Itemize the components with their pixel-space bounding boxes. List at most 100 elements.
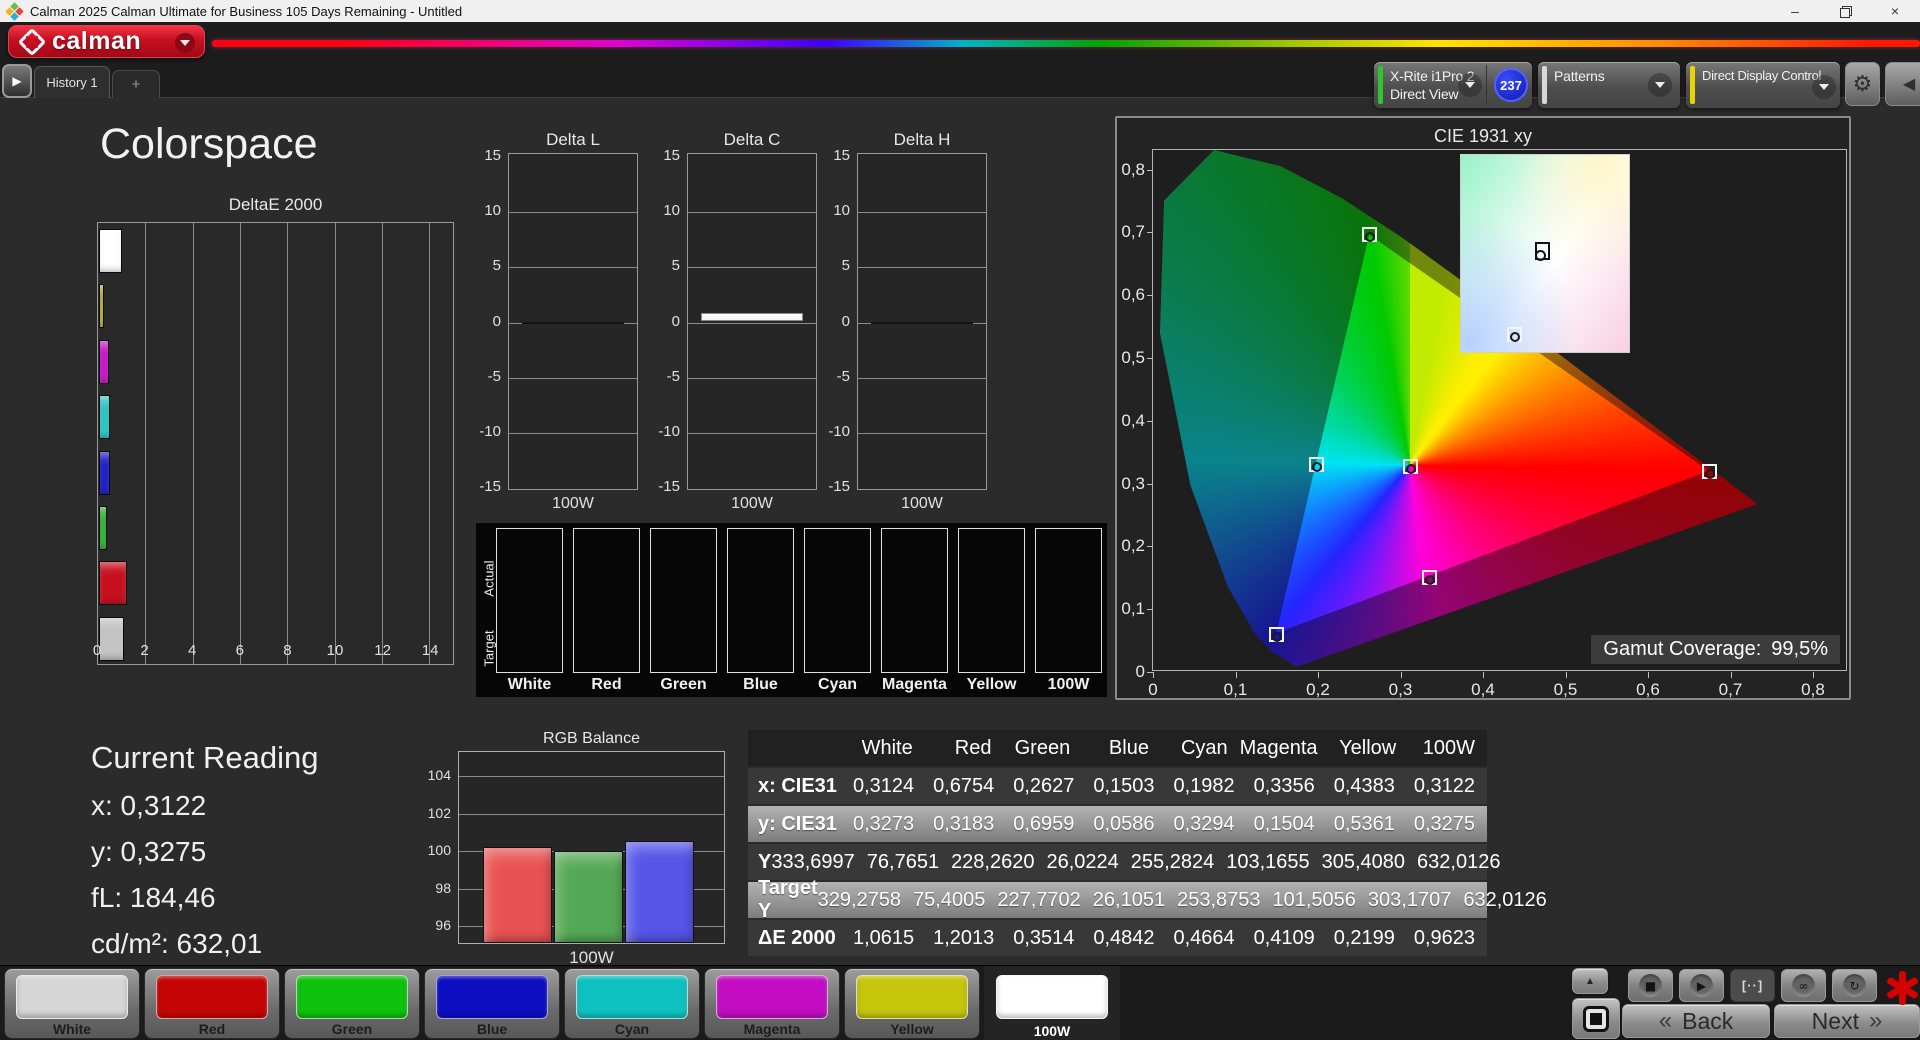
- calman-logo-icon: [17, 27, 47, 56]
- table-cell: 0,1504: [1253, 812, 1315, 835]
- swatch-label: Cyan: [817, 676, 858, 693]
- table-row: Target Y 329,2758 75,4005 227,7702 26,1051 25…: [748, 877, 1547, 922]
- restore-icon: [1840, 6, 1852, 18]
- refresh-button[interactable]: ↻: [1832, 969, 1877, 1002]
- rgb-bar-green: [554, 851, 623, 943]
- table-cell: 333,6997: [771, 850, 855, 873]
- meter-count-badge[interactable]: 237: [1494, 68, 1528, 102]
- range-icon: [··]: [1741, 978, 1764, 993]
- reading-cdm2: cd/m²: 632,01: [91, 928, 263, 959]
- pattern-button-red[interactable]: Red: [144, 968, 280, 1039]
- pattern-button-yellow[interactable]: Yellow: [844, 968, 980, 1039]
- swatch-column-cyan: Cyan: [804, 528, 871, 697]
- gamut-coverage-label: Gamut Coverage:: [1603, 638, 1762, 660]
- deltae-bar-red: [99, 561, 128, 606]
- tab-history-1[interactable]: History 1: [34, 66, 110, 98]
- calman-menu-button[interactable]: calman: [8, 25, 205, 58]
- cie-marker-blue: [1269, 627, 1284, 643]
- table-cell: 253,8753: [1177, 888, 1261, 911]
- actual-row-label: Actual: [481, 560, 497, 597]
- delta-h-chart: Delta H 15 10 5 0 -5 -10 -15 100W: [812, 130, 987, 520]
- gear-icon: ⚙: [1852, 71, 1873, 96]
- patterns-dropdown[interactable]: Patterns: [1538, 62, 1680, 108]
- swatch-column-green: Green: [650, 528, 717, 697]
- swatch-label: Blue: [743, 676, 778, 693]
- collapse-panel-button[interactable]: ◀: [1885, 62, 1920, 106]
- rgb-balance-chart: RGB Balance 100W 104 102 100 98 96: [405, 730, 735, 980]
- table-cell: 0,3122: [1413, 774, 1475, 797]
- next-button[interactable]: Next »: [1774, 1004, 1920, 1038]
- pattern-window-icon: [1583, 1005, 1609, 1032]
- table-cell: 26,0224: [1046, 850, 1119, 873]
- magenta-swatch: [716, 975, 828, 1019]
- table-row: ΔE 2000 1,0615 1,2013 0,3514 0,4842 0,4664 0,4…: [748, 920, 1487, 956]
- divider: [1486, 65, 1487, 105]
- table-cell: 75,4005: [913, 888, 986, 911]
- 100w-swatch: [996, 975, 1108, 1019]
- reading-x: x: 0,3122: [91, 790, 207, 821]
- play-icon: ▶: [1690, 974, 1713, 997]
- table-cell: 1,2013: [933, 926, 995, 949]
- pattern-button-green[interactable]: Green: [284, 968, 420, 1039]
- table-cell: 227,7702: [997, 888, 1081, 911]
- deltae2000-chart: DeltaE 2000 0 2 4 6 8 10 12 14: [93, 195, 457, 695]
- green-swatch: [296, 975, 408, 1019]
- meter-status-bar: [1378, 66, 1383, 104]
- table-header-cell: White: [861, 736, 913, 759]
- add-tab-button[interactable]: +: [112, 70, 160, 98]
- table-cell: 632,0126: [1417, 850, 1501, 873]
- tab-scroll-button[interactable]: ▶: [2, 64, 32, 98]
- play-button[interactable]: ▶: [1679, 969, 1724, 1002]
- blue-swatch: [436, 975, 548, 1019]
- rgb-plot: [458, 751, 725, 944]
- stop-icon: ■: [1639, 974, 1662, 997]
- pattern-button-cyan[interactable]: Cyan: [564, 968, 700, 1039]
- deltae2000-plot: [97, 222, 454, 665]
- rainbow-banner: [212, 40, 1920, 47]
- swatch-strip: Actual Target White Red Green Blue Cyan Magen…: [476, 523, 1107, 697]
- cie-marker-yellow: [1506, 327, 1522, 343]
- table-cell: 632,0126: [1463, 888, 1547, 911]
- table-header-cell: Green: [1014, 736, 1071, 759]
- cie-panel: CIE 1931 xy Gamut Coverage: 99,5% 0 0,1 0,…: [1115, 116, 1851, 700]
- table-cell: 26,1051: [1092, 888, 1166, 911]
- range-button[interactable]: [··]: [1730, 969, 1775, 1002]
- current-reading-title: Current Reading: [91, 740, 319, 775]
- pattern-button-label: 100W: [1033, 1023, 1071, 1039]
- table-cell: 228,2620: [951, 850, 1035, 873]
- collapse-bar-button[interactable]: ▲: [1572, 968, 1608, 994]
- deltae2000-title: DeltaE 2000: [228, 195, 323, 214]
- table-cell: 0,2627: [1013, 774, 1075, 797]
- pattern-button-blue[interactable]: Blue: [424, 968, 560, 1039]
- next-label: Next: [1811, 1007, 1859, 1034]
- loop-button[interactable]: ∞: [1781, 969, 1826, 1002]
- yellow-swatch: [856, 975, 968, 1019]
- gamut-coverage-value: 99,5%: [1771, 638, 1828, 660]
- meter-dropdown[interactable]: X-Rite i1Pro 2 Direct View 237: [1374, 62, 1532, 108]
- window-title: Calman 2025 Calman Ultimate for Business…: [30, 3, 463, 19]
- data-table: White Red Green Blue Cyan Magenta Yellow 100W x:…: [748, 730, 1547, 956]
- swatch-label: 100W: [1047, 676, 1090, 693]
- deltae-bar-yellow: [99, 284, 105, 329]
- swatch-red: [573, 528, 640, 673]
- pattern-button-label: Blue: [476, 1021, 508, 1037]
- stop-button[interactable]: ■: [1628, 969, 1673, 1002]
- pattern-button-100w[interactable]: 100W: [984, 966, 1120, 1040]
- restore-button[interactable]: [1820, 0, 1870, 22]
- swatch-label: Green: [660, 676, 707, 693]
- table-cell: 0,3183: [933, 812, 995, 835]
- pattern-button-white[interactable]: White: [4, 968, 140, 1039]
- reading-fl: fL: 184,46: [91, 882, 216, 913]
- display-control-dropdown[interactable]: Direct Display Control: [1686, 62, 1840, 108]
- close-button[interactable]: ×: [1870, 0, 1920, 22]
- settings-button[interactable]: ⚙: [1845, 62, 1880, 106]
- table-header-cell: Red: [954, 736, 992, 759]
- patterns-status-bar: [1542, 66, 1547, 104]
- back-button[interactable]: « Back: [1622, 1004, 1770, 1038]
- table-cell: 76,7651: [866, 850, 940, 873]
- pattern-button-magenta[interactable]: Magenta: [704, 968, 840, 1039]
- table-cell: 305,4080: [1321, 850, 1406, 873]
- pattern-window-button[interactable]: [1572, 998, 1620, 1039]
- minimize-button[interactable]: –: [1770, 0, 1820, 22]
- table-header-row: White Red Green Blue Cyan Magenta Yellow 100W: [748, 730, 1487, 766]
